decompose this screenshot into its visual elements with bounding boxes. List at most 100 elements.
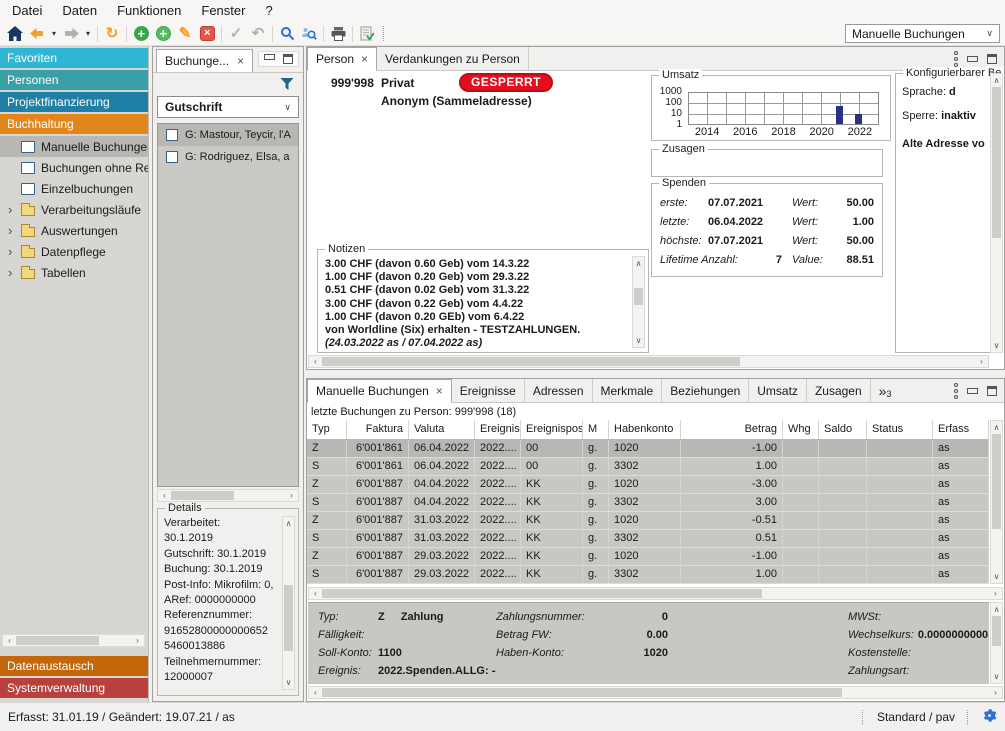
scroll-thumb[interactable]	[322, 357, 740, 366]
close-icon[interactable]: ×	[361, 52, 368, 66]
checkbox[interactable]	[166, 129, 178, 141]
tab-overflow-button[interactable]: » 3	[871, 379, 900, 402]
scroll-up-icon[interactable]: ∧	[282, 517, 295, 530]
sidebar-tree-item[interactable]: ›Verarbeitungsläufe	[0, 199, 148, 220]
scroll-thumb[interactable]	[284, 585, 293, 651]
confirm-icon[interactable]: ✓	[225, 24, 247, 44]
scroll-right-icon[interactable]: ›	[131, 634, 144, 647]
scroll-down-icon[interactable]: ∨	[990, 339, 1003, 352]
print-icon[interactable]	[327, 24, 349, 44]
scroll-down-icon[interactable]: ∨	[990, 570, 1003, 583]
maximize-button[interactable]	[987, 54, 997, 64]
list-item[interactable]: G: Mastour, Teycir, l'A	[158, 124, 298, 146]
menu-item[interactable]: Daten	[52, 0, 107, 22]
delete-icon[interactable]: ×	[196, 24, 218, 44]
column-header[interactable]: Status	[867, 420, 933, 439]
scroll-thumb[interactable]	[992, 616, 1001, 646]
person-vertical-scrollbar[interactable]: ∧ ∨	[990, 73, 1003, 353]
table-vertical-scrollbar[interactable]: ∧ ∨	[990, 420, 1003, 584]
scroll-left-icon[interactable]: ‹	[309, 587, 322, 600]
sidebar-section-header[interactable]: Systemverwaltung	[0, 678, 148, 698]
menu-item[interactable]: Funktionen	[107, 0, 191, 22]
undo-icon[interactable]: ↶	[247, 24, 269, 44]
notizen-vertical-scrollbar[interactable]: ∧ ∨	[632, 256, 645, 348]
detail-horizontal-scrollbar[interactable]: ‹ ›	[308, 686, 1003, 699]
back-dropdown-icon[interactable]: ▾	[48, 24, 60, 44]
tab-buchungen[interactable]: Buchunge... ×	[156, 49, 253, 72]
checkbox[interactable]	[166, 151, 178, 163]
minimize-button[interactable]	[967, 56, 978, 62]
scroll-thumb[interactable]	[322, 589, 762, 598]
scroll-thumb[interactable]	[992, 87, 1001, 238]
table-row[interactable]: S6'001'88704.04.20222022....KKg.33023.00…	[307, 494, 989, 512]
sidebar-tree-item[interactable]: ›Einzelbuchungen	[0, 178, 148, 199]
details-vertical-scrollbar[interactable]: ∧ ∨	[282, 516, 295, 690]
add-circle-icon[interactable]: +	[152, 24, 174, 44]
column-header[interactable]: Ereignis	[475, 420, 521, 439]
back-icon[interactable]	[26, 24, 48, 44]
scroll-up-icon[interactable]: ∧	[990, 74, 1003, 87]
list-item[interactable]: G: Rodriguez, Elsa, a	[158, 146, 298, 168]
table-row[interactable]: S6'001'88729.03.20222022....KKg.33021.00…	[307, 566, 989, 584]
table-horizontal-scrollbar[interactable]: ‹ ›	[308, 587, 1003, 600]
table-row[interactable]: Z6'001'88729.03.20222022....KKg.1020-1.0…	[307, 548, 989, 566]
minimize-button[interactable]	[967, 388, 978, 394]
filter-icon[interactable]	[280, 77, 294, 91]
table-row[interactable]: S6'001'88731.03.20222022....KKg.33020.51…	[307, 530, 989, 548]
scroll-left-icon[interactable]: ‹	[3, 634, 16, 647]
table-row[interactable]: S6'001'86106.04.20222022....00g.33021.00…	[307, 458, 989, 476]
sidebar-section-header[interactable]: Personen	[0, 70, 148, 90]
tab[interactable]: Adressen×	[525, 379, 593, 402]
minimize-button[interactable]	[264, 54, 275, 64]
booking-type-selector[interactable]: Gutschrift ∨	[157, 96, 299, 118]
tab[interactable]: Merkmale×	[593, 379, 663, 402]
menu-item[interactable]: ?	[255, 0, 282, 22]
home-icon[interactable]	[4, 24, 26, 44]
sidebar-horizontal-scrollbar[interactable]: ‹ ›	[2, 634, 145, 647]
person-horizontal-scrollbar[interactable]: ‹ ›	[308, 355, 989, 368]
column-header[interactable]: Habenkonto	[609, 420, 681, 439]
scroll-up-icon[interactable]: ∧	[632, 257, 645, 270]
scroll-down-icon[interactable]: ∨	[282, 676, 295, 689]
scroll-thumb[interactable]	[992, 434, 1001, 529]
more-options-icon[interactable]	[954, 51, 958, 67]
more-options-icon[interactable]	[954, 383, 958, 399]
tab[interactable]: Zusagen×	[807, 379, 871, 402]
table-row[interactable]: Z6'001'88704.04.20222022....KKg.1020-3.0…	[307, 476, 989, 494]
report-icon[interactable]	[356, 24, 378, 44]
scroll-up-icon[interactable]: ∧	[990, 421, 1003, 434]
sidebar-tree-item[interactable]: ›Datenpflege	[0, 241, 148, 262]
settings-gear-icon[interactable]	[982, 708, 997, 726]
scroll-right-icon[interactable]: ›	[989, 686, 1002, 699]
table-row[interactable]: Z6'001'88731.03.20222022....KKg.1020-0.5…	[307, 512, 989, 530]
column-header[interactable]: Ereignispos.	[521, 420, 583, 439]
scroll-thumb[interactable]	[322, 688, 842, 697]
menu-item[interactable]: Fenster	[191, 0, 255, 22]
forward-icon[interactable]	[60, 24, 82, 44]
table-row[interactable]: Z6'001'86106.04.20222022....00g.1020-1.0…	[307, 440, 989, 458]
scroll-right-icon[interactable]: ›	[285, 489, 298, 502]
close-icon[interactable]: ×	[237, 54, 244, 68]
column-header[interactable]: Betrag	[681, 420, 783, 439]
sidebar-section-header[interactable]: Datenaustausch	[0, 656, 148, 676]
forward-dropdown-icon[interactable]: ▾	[82, 24, 94, 44]
search-person-icon[interactable]	[298, 24, 320, 44]
close-icon[interactable]: ×	[436, 384, 443, 398]
sidebar-tree-item[interactable]: ›Manuelle Buchungen	[0, 136, 148, 157]
scroll-down-icon[interactable]: ∨	[990, 670, 1003, 683]
maximize-button[interactable]	[987, 386, 997, 396]
scroll-thumb[interactable]	[16, 636, 99, 645]
column-header[interactable]: Faktura	[347, 420, 409, 439]
sidebar-section-header[interactable]: Projektfinanzierung	[0, 92, 148, 112]
scroll-up-icon[interactable]: ∧	[990, 603, 1003, 616]
detail-vertical-scrollbar[interactable]: ∧ ∨	[990, 602, 1003, 684]
view-selector[interactable]: Manuelle Buchungen ∨	[845, 24, 1000, 43]
sidebar-section-header[interactable]: Buchhaltung	[0, 114, 148, 134]
add-icon[interactable]: +	[130, 24, 152, 44]
tab[interactable]: Person×	[307, 47, 377, 71]
scroll-right-icon[interactable]: ›	[975, 355, 988, 368]
column-header[interactable]: Whg	[783, 420, 819, 439]
menu-item[interactable]: Datei	[2, 0, 52, 22]
tab[interactable]: Manuelle Buchungen×	[307, 379, 452, 403]
maximize-button[interactable]	[283, 54, 293, 64]
